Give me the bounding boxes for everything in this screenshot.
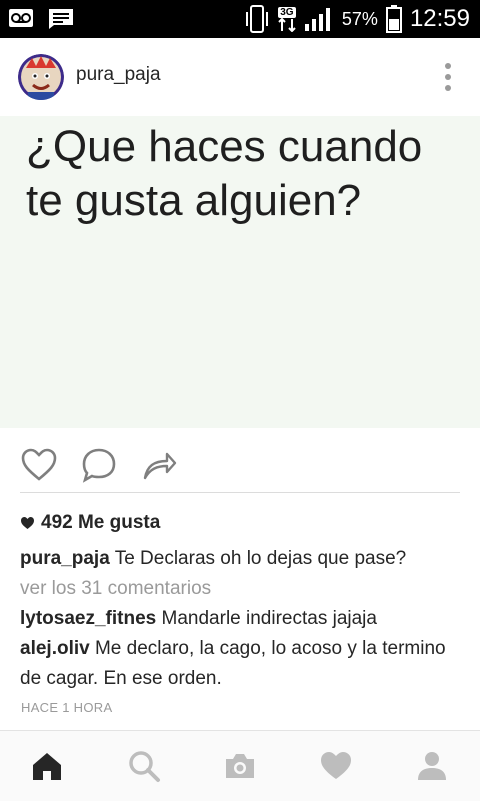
likes-heart-icon bbox=[21, 517, 34, 529]
comment-username[interactable]: alej.oliv bbox=[20, 638, 90, 659]
post-caption: pura_paja Te Declaras oh lo dejas que pa… bbox=[20, 544, 465, 574]
comment: lytosaez_fitnes Mandarle indirectas jaja… bbox=[20, 604, 465, 634]
view-comments-link[interactable]: ver los 31 comentarios bbox=[20, 574, 465, 604]
status-bar: 3G 57% 12:59 bbox=[0, 0, 480, 38]
clock: 12:59 bbox=[409, 5, 470, 32]
actions-divider bbox=[20, 492, 460, 493]
avatar[interactable] bbox=[18, 54, 64, 100]
search-icon[interactable] bbox=[127, 749, 161, 783]
comment-username[interactable]: lytosaez_fitnes bbox=[20, 608, 156, 629]
profile-icon[interactable] bbox=[415, 749, 449, 783]
post-image-text: ¿Que haces cuando te gusta alguien? bbox=[26, 122, 423, 225]
post-username[interactable]: pura_paja bbox=[76, 64, 161, 86]
post-timestamp: HACE 1 HORA bbox=[21, 700, 113, 715]
bottom-navigation bbox=[0, 730, 480, 801]
home-icon[interactable] bbox=[30, 749, 64, 783]
network-type: 3G bbox=[278, 6, 296, 18]
activity-heart-icon[interactable] bbox=[319, 749, 353, 783]
message-icon bbox=[49, 9, 73, 29]
battery-icon bbox=[385, 5, 402, 33]
post-header: pura_paja bbox=[0, 38, 480, 116]
likes-count[interactable]: 492 Me gusta bbox=[20, 512, 160, 534]
vibrate-icon bbox=[245, 5, 268, 33]
caption-username[interactable]: pura_paja bbox=[20, 548, 110, 569]
comment: alej.oliv Me declaro, la cago, lo acoso … bbox=[20, 634, 465, 694]
voicemail-icon bbox=[9, 9, 33, 27]
heart-icon[interactable] bbox=[20, 446, 58, 484]
signal-icon bbox=[304, 8, 330, 31]
camera-icon[interactable] bbox=[223, 749, 257, 783]
comment-icon[interactable] bbox=[80, 446, 118, 484]
post-image[interactable]: ¿Que haces cuando te gusta alguien? bbox=[0, 116, 480, 428]
likes-label: 492 Me gusta bbox=[41, 512, 161, 533]
comment-text: Mandarle indirectas jajaja bbox=[161, 608, 377, 629]
post-actions bbox=[0, 428, 480, 492]
network-icon: 3G bbox=[278, 6, 296, 32]
share-icon[interactable] bbox=[140, 446, 178, 484]
battery-percent: 57% bbox=[341, 8, 378, 29]
caption-text: Te Declaras oh lo dejas que pase? bbox=[114, 548, 407, 569]
more-options-icon[interactable] bbox=[444, 62, 452, 92]
